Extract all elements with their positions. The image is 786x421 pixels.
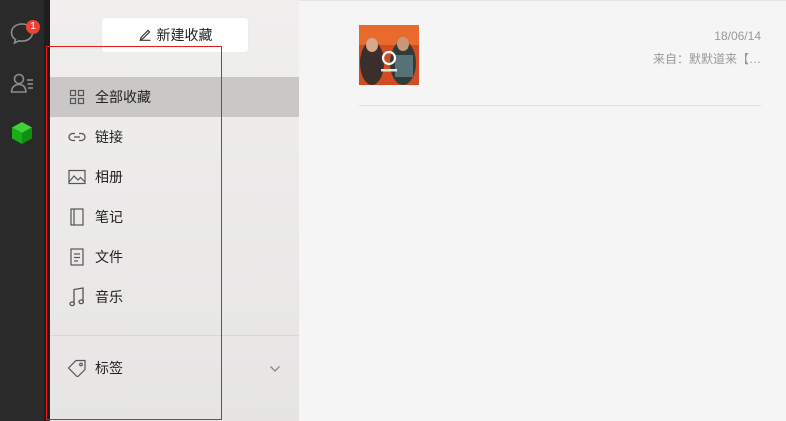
sidebar-item-links[interactable]: 链接 (50, 117, 299, 157)
item-date: 18/06/14 (714, 29, 761, 43)
grid-icon (67, 87, 87, 107)
sidebar-item-label: 音乐 (95, 289, 123, 305)
music-note-icon (67, 287, 87, 307)
sidebar-item-album[interactable]: 相册 (50, 157, 299, 197)
link-icon (67, 127, 87, 147)
item-source: 来自：默默道来【… (652, 52, 761, 66)
favorites-content: 18/06/14 来自：默默道来【… (299, 0, 786, 421)
chevron-down-icon[interactable] (269, 360, 281, 378)
sidebar-item-tags[interactable]: 标签 (50, 348, 299, 388)
list-item[interactable]: 18/06/14 来自：默默道来【… (359, 23, 761, 106)
favorites-sidebar: 新建收藏 全部收藏 链接 相册 笔记 文件 音乐 标签 (50, 0, 299, 421)
sidebar-item-music[interactable]: 音乐 (50, 277, 299, 317)
sidebar-item-all[interactable]: 全部收藏 (50, 77, 299, 117)
sidebar-item-label: 链接 (95, 129, 123, 145)
pencil-icon (138, 27, 152, 44)
sidebar-divider (50, 335, 299, 336)
sidebar-item-label: 全部收藏 (95, 89, 151, 105)
contacts-icon[interactable] (5, 66, 39, 100)
sidebar-item-label: 相册 (95, 169, 123, 185)
tag-icon (67, 358, 87, 378)
app-icon-bar: 1 (0, 0, 44, 421)
sidebar-item-label: 笔记 (95, 209, 123, 225)
new-favorite-label: 新建收藏 (156, 27, 213, 43)
sidebar-item-label: 文件 (95, 249, 123, 265)
sidebar-item-files[interactable]: 文件 (50, 237, 299, 277)
album-cover-image (359, 25, 419, 85)
favorites-cube-icon[interactable] (5, 116, 39, 150)
new-favorite-button[interactable]: 新建收藏 (102, 18, 248, 52)
image-icon (67, 167, 87, 187)
unread-badge: 1 (26, 20, 40, 34)
notebook-icon (67, 207, 87, 227)
file-icon (67, 247, 87, 267)
sidebar-item-label: 标签 (95, 360, 123, 376)
sidebar-item-notes[interactable]: 笔记 (50, 197, 299, 237)
